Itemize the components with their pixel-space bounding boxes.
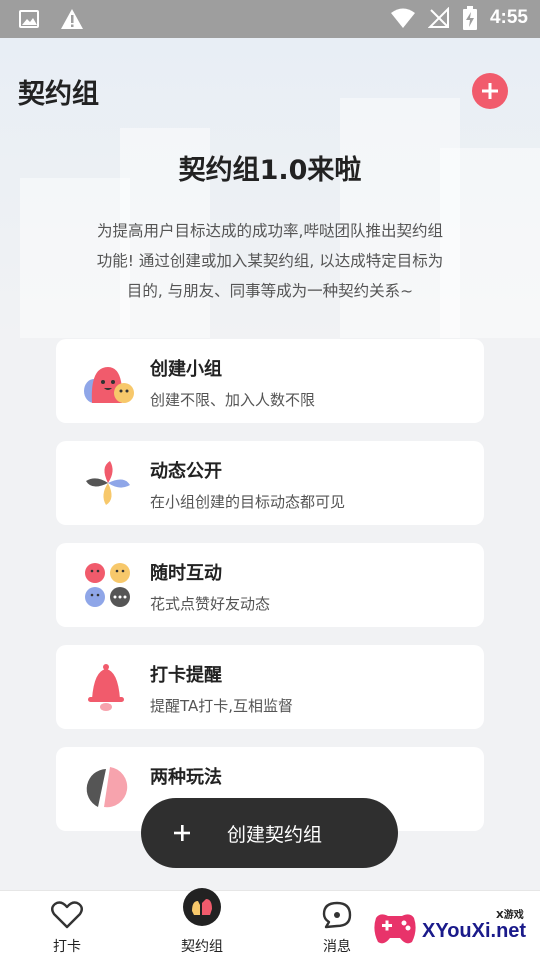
- group-faces-icon: [84, 367, 134, 403]
- watermark-text: XYouXi.net: [422, 920, 527, 942]
- tab-label: 契约组: [181, 939, 223, 955]
- hero-description-line: 为提高用户目标达成的成功率,哔哒团队推出契约组: [97, 222, 443, 240]
- feature-title: 两种玩法: [150, 767, 222, 788]
- feature-subtitle: 提醒TA打卡,互相监督: [150, 697, 294, 715]
- feature-title: 动态公开: [150, 461, 222, 482]
- pinwheel-icon: [86, 461, 130, 505]
- add-group-button[interactable]: [472, 73, 508, 109]
- tab-label: 打卡: [53, 939, 81, 955]
- create-group-label: 创建契约组: [227, 824, 323, 846]
- feature-subtitle: 创建不限、加入人数不限: [150, 391, 316, 409]
- tab-checkin[interactable]: 打卡: [12, 891, 122, 960]
- tab-contract-group[interactable]: 契约组: [147, 888, 257, 960]
- warning-icon: [61, 9, 83, 29]
- no-signal-icon: [427, 7, 449, 28]
- hero-description-line: 功能! 通过创建或加入某契约组, 以达成特定目标为: [96, 252, 444, 270]
- feature-card-public-activity: 动态公开 在小组创建的目标动态都可见: [56, 441, 484, 525]
- hero-description-line: 目的, 与朋友、同事等成为一种契约关系~: [126, 282, 414, 300]
- feature-title: 创建小组: [150, 359, 222, 380]
- handshake-icon: [183, 888, 221, 926]
- hero-description: 为提高用户目标达成的成功率,哔哒团队推出契约组 功能! 通过创建或加入某契约组,…: [60, 216, 480, 306]
- create-group-button[interactable]: 创建契约组: [141, 798, 398, 868]
- gamepad-logo-icon: [374, 914, 416, 944]
- image-icon: [19, 10, 39, 28]
- feature-title: 随时互动: [150, 563, 222, 584]
- split-circle-icon: [86, 767, 128, 808]
- emoji-faces-icon: [85, 563, 130, 607]
- watermark-small-text: X游戏: [496, 910, 524, 921]
- feature-title: 打卡提醒: [150, 665, 222, 686]
- feature-subtitle: 在小组创建的目标动态都可见: [150, 493, 346, 511]
- wifi-icon: [390, 8, 415, 28]
- feature-subtitle: 花式点赞好友动态: [150, 595, 271, 613]
- page-title: 契约组: [18, 79, 99, 110]
- status-bar: 4:55: [0, 0, 540, 38]
- plus-icon: [482, 83, 498, 99]
- feature-card-create-group: 创建小组 创建不限、加入人数不限: [56, 339, 484, 423]
- feature-card-checkin-reminder: 打卡提醒 提醒TA打卡,互相监督: [56, 645, 484, 729]
- watermark: X游戏 XYouXi.net: [368, 890, 540, 960]
- feature-card-interact: 随时互动 花式点赞好友动态: [56, 543, 484, 627]
- hero-title: 契约组1.0来啦: [178, 155, 362, 186]
- chat-bubble-icon: [322, 901, 352, 929]
- battery-charging-icon: [462, 6, 477, 30]
- plus-icon: [174, 825, 190, 841]
- heart-outline-icon: [51, 901, 83, 929]
- status-time: 4:55: [489, 7, 528, 28]
- bell-icon: [88, 664, 124, 711]
